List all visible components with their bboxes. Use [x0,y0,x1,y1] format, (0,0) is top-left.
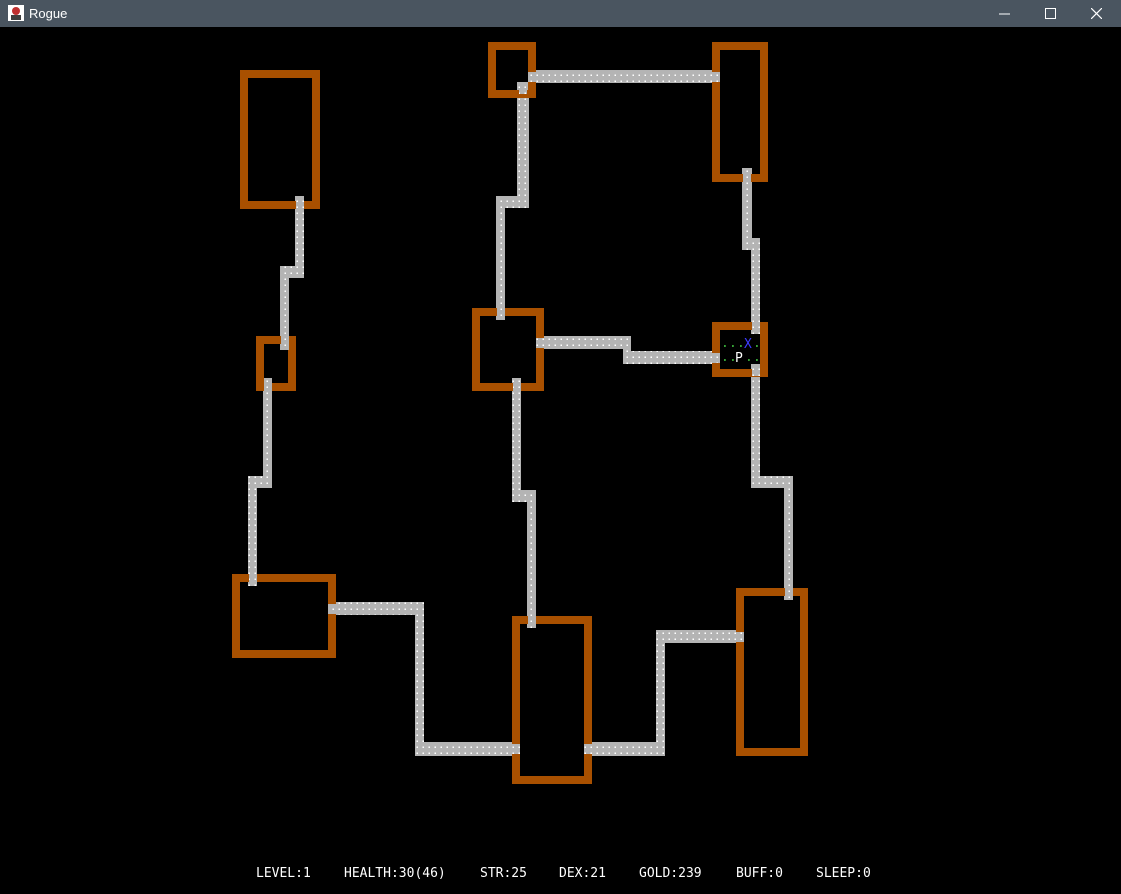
player-character: P [735,351,743,366]
window-titlebar: Rogue [0,0,1121,27]
game-viewport[interactable]: . . . X . . . P . . [0,27,1121,894]
room [712,42,768,182]
str-stat: STR:25 [480,866,527,881]
floor-tile: . [721,350,729,365]
floor-tile: . [721,336,729,351]
health-stat: HEALTH:30(46) [344,866,446,881]
room [512,616,592,784]
window-title: Rogue [29,6,68,21]
minimize-button[interactable] [981,0,1027,27]
rogue-app-icon [8,5,24,21]
floor-tile: . [753,350,761,365]
floor-tile: . [753,336,761,351]
close-icon [1090,8,1102,19]
floor-tile: . [729,336,737,351]
corridor [742,168,760,334]
corridor [280,196,304,350]
corridor [328,602,519,756]
room [240,70,320,209]
buff-stat: BUFF:0 [736,866,783,881]
corridor [751,364,793,600]
maximize-button[interactable] [1027,0,1073,27]
status-bar: LEVEL:1 HEALTH:30(46) STR:25 DEX:21 GOLD… [0,866,1121,886]
maximize-icon [1044,8,1056,19]
level-stat: LEVEL:1 [256,866,311,881]
current-room-floor: . . . X . . . P . . [721,336,761,366]
sleep-stat: SLEEP:0 [816,866,871,881]
corridor [248,378,272,586]
corridor [496,70,719,320]
minimize-icon [998,13,1010,15]
floor-tile: . [745,350,753,365]
room [232,574,336,658]
dungeon-map: . . . X . . . P . . [232,42,808,784]
corridor [512,378,536,628]
room [736,588,808,756]
gold-stat: GOLD:239 [639,866,702,881]
close-button[interactable] [1073,0,1119,27]
corridor [584,630,743,756]
corridor [537,336,719,364]
room [472,308,544,391]
dex-stat: DEX:21 [559,866,606,881]
